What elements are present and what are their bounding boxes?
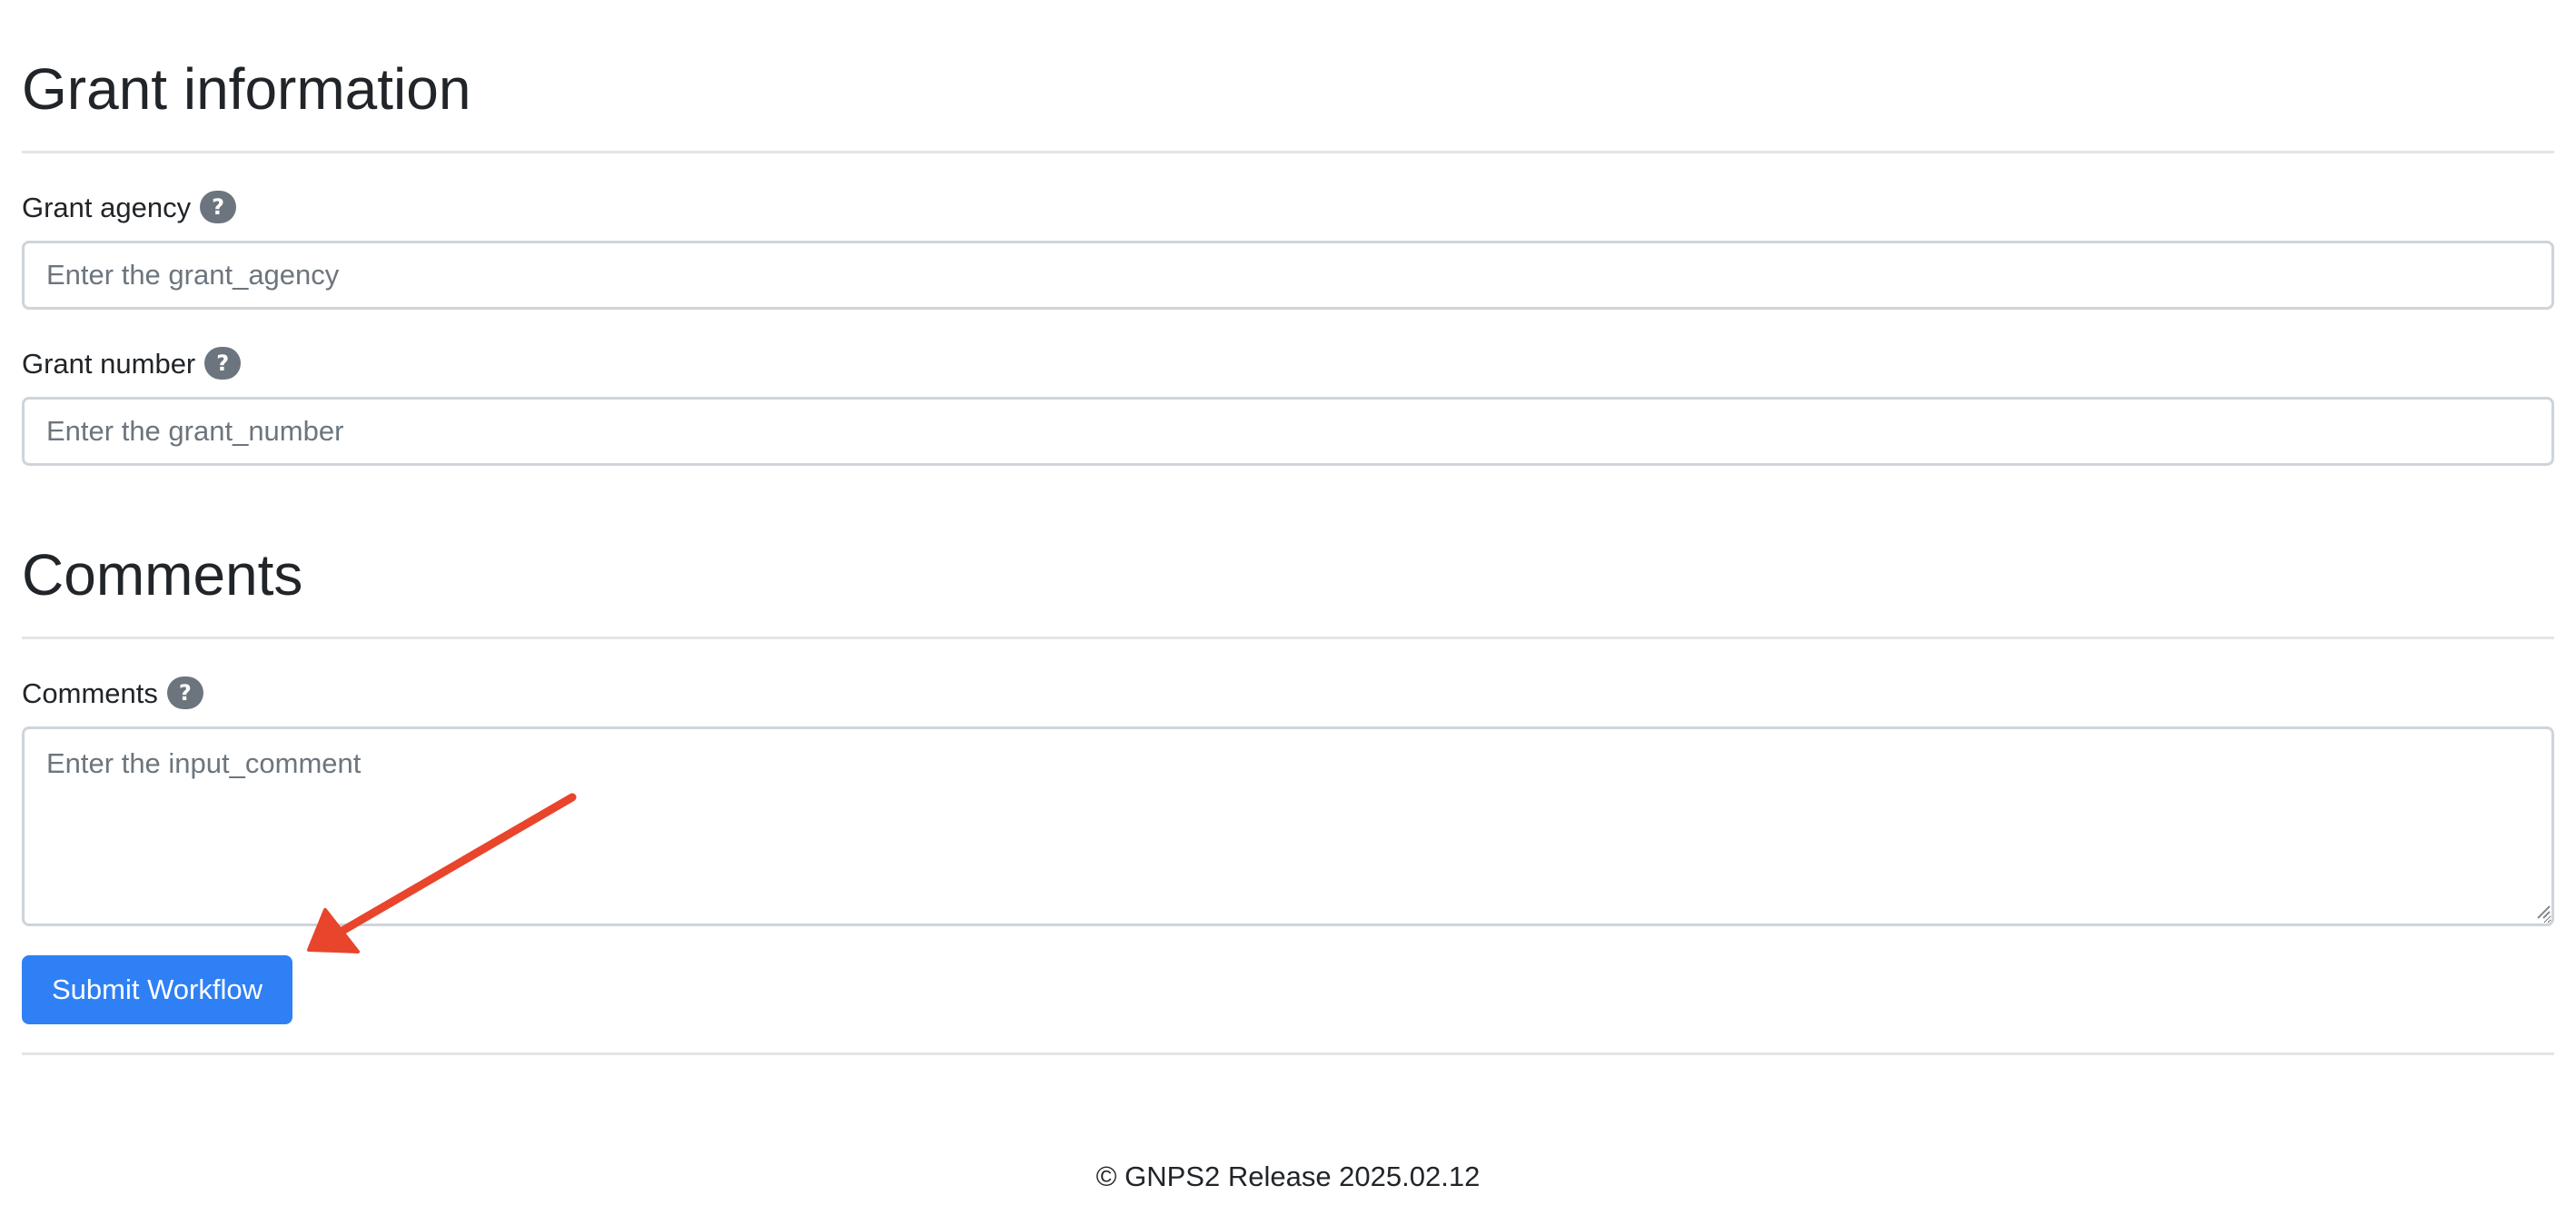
comments-label-row: Comments ? bbox=[22, 677, 203, 709]
submit-workflow-button[interactable]: Submit Workflow bbox=[22, 955, 292, 1024]
comments-section-divider bbox=[22, 637, 2554, 639]
grant-information-heading: Grant information bbox=[22, 56, 471, 122]
grant-number-help-icon[interactable]: ? bbox=[204, 347, 242, 380]
comments-label: Comments bbox=[22, 677, 158, 709]
footer-divider bbox=[22, 1052, 2554, 1055]
grant-agency-input[interactable] bbox=[22, 241, 2554, 310]
resize-grip-icon[interactable] bbox=[2536, 904, 2551, 919]
comments-help-icon[interactable]: ? bbox=[166, 677, 203, 709]
red-arrow-annotation-icon bbox=[307, 793, 577, 953]
grant-number-label-row: Grant number ? bbox=[22, 347, 242, 380]
grant-agency-help-icon[interactable]: ? bbox=[200, 191, 237, 223]
footer-release-text: © GNPS2 Release 2025.02.12 bbox=[1095, 1161, 1481, 1192]
workflow-form-page: Grant information Grant agency ? Grant n… bbox=[0, 0, 2576, 1215]
comments-heading: Comments bbox=[22, 542, 303, 608]
grant-number-label: Grant number bbox=[22, 347, 196, 380]
grant-agency-label-row: Grant agency ? bbox=[22, 191, 237, 223]
grant-number-input[interactable] bbox=[22, 397, 2554, 466]
grant-section-divider bbox=[22, 151, 2554, 153]
grant-agency-label: Grant agency bbox=[22, 191, 192, 223]
